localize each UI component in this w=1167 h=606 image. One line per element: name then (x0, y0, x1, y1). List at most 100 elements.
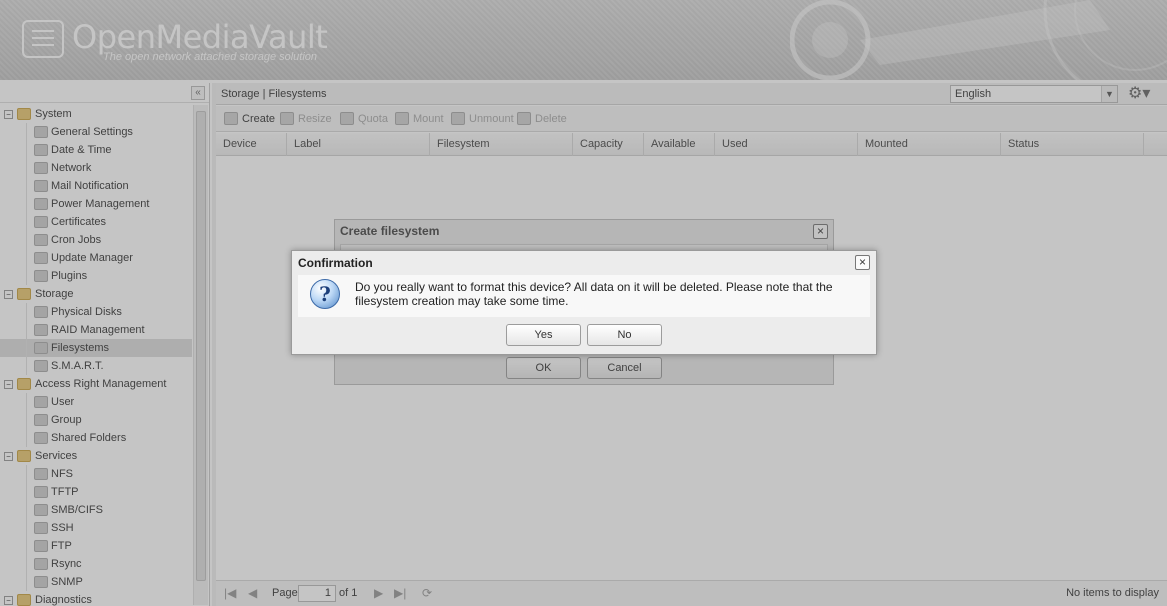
sidebar-item-snmp[interactable]: SNMP (0, 573, 192, 591)
app-header: OpenMediaVault The open network attached… (0, 0, 1167, 80)
sidebar-item-general-settings[interactable]: General Settings (0, 123, 192, 141)
confirmation-message: Do you really want to format this device… (355, 280, 833, 308)
delete-icon (517, 112, 531, 125)
next-page-icon[interactable]: ▶ (374, 581, 383, 605)
sidebar-item-label: Storage (35, 288, 74, 300)
sidebar-item-nfs[interactable]: NFS (0, 465, 192, 483)
app-subtitle: The open network attached storage soluti… (103, 51, 318, 63)
breadcrumb: Storage | Filesystems English ▼ ⚙▾ (216, 83, 1167, 105)
sidebar-item-certificates[interactable]: Certificates (0, 213, 192, 231)
column-label[interactable]: Label (287, 133, 430, 156)
rsync-icon (34, 558, 48, 570)
sidebar-item-label: Filesystems (51, 342, 110, 354)
collapse-sidebar-icon[interactable]: « (191, 86, 205, 100)
sidebar-category-storage[interactable]: − Storage (0, 285, 192, 303)
sidebar-item-label: Rsync (51, 558, 82, 570)
column-filesystem[interactable]: Filesystem (430, 133, 573, 156)
cancel-button[interactable]: Cancel (587, 357, 662, 379)
sidebar-item-label: NFS (51, 468, 73, 480)
ok-button[interactable]: OK (506, 357, 581, 379)
group-icon (34, 414, 48, 426)
expand-toggle-icon[interactable]: − (4, 290, 13, 299)
tree-guide-line (26, 123, 27, 141)
language-value: English (955, 88, 992, 100)
folder-icon (17, 288, 31, 300)
gear-icon[interactable]: ⚙▾ (1128, 84, 1158, 104)
sidebar-item-plugins[interactable]: Plugins (0, 267, 192, 285)
tree-guide-line (26, 501, 27, 519)
expand-toggle-icon[interactable]: − (4, 596, 13, 605)
sidebar-toolbar: « (0, 83, 209, 103)
sidebar-scrollbar-thumb[interactable] (196, 111, 206, 581)
sidebar-item-label: User (51, 396, 75, 408)
sidebar-item-tftp[interactable]: TFTP (0, 483, 192, 501)
sidebar-item-label: Plugins (51, 270, 88, 282)
column-mounted[interactable]: Mounted (858, 133, 1001, 156)
power-icon (34, 198, 48, 210)
last-page-icon[interactable]: ▶| (394, 581, 406, 605)
column-capacity[interactable]: Capacity (573, 133, 644, 156)
create-button[interactable]: Create (222, 110, 275, 128)
sidebar-item-label: General Settings (51, 126, 133, 138)
tree-guide-line (26, 231, 27, 249)
sidebar-item-user[interactable]: User (0, 393, 192, 411)
sidebar-item-label: TFTP (51, 486, 79, 498)
tree-guide-line (26, 213, 27, 231)
close-icon[interactable]: × (813, 224, 828, 239)
column-device[interactable]: Device (216, 133, 287, 156)
sidebar-item-group[interactable]: Group (0, 411, 192, 429)
chevron-down-icon[interactable]: ▼ (1101, 86, 1117, 102)
sidebar-item-network[interactable]: Network (0, 159, 192, 177)
delete-button[interactable]: Delete (515, 110, 567, 128)
tftp-icon (34, 486, 48, 498)
sidebar-item-ftp[interactable]: FTP (0, 537, 192, 555)
sidebar-item-date-time[interactable]: Date & Time (0, 141, 192, 159)
sidebar-category-access-right-management[interactable]: − Access Right Management (0, 375, 192, 393)
yes-button[interactable]: Yes (506, 324, 581, 346)
sidebar-item-filesystems[interactable]: Filesystems (0, 339, 192, 357)
column-available[interactable]: Available (644, 133, 715, 156)
sidebar-category-diagnostics[interactable]: − Diagnostics (0, 591, 192, 606)
breadcrumb-text: Storage | Filesystems (221, 88, 327, 100)
sidebar-item-cron-jobs[interactable]: Cron Jobs (0, 231, 192, 249)
folder-icon (17, 594, 31, 606)
sidebar-item-shared-folders[interactable]: Shared Folders (0, 429, 192, 447)
sidebar-item-label: Cron Jobs (51, 234, 102, 246)
unmount-button[interactable]: Unmount (449, 110, 514, 128)
sidebar-scrollbar[interactable] (193, 105, 208, 605)
folder-icon (17, 108, 31, 120)
sidebar-category-system[interactable]: − System (0, 105, 192, 123)
sidebar-item-power-management[interactable]: Power Management (0, 195, 192, 213)
expand-toggle-icon[interactable]: − (4, 452, 13, 461)
sidebar-item-smb-cifs[interactable]: SMB/CIFS (0, 501, 192, 519)
sidebar-item-physical-disks[interactable]: Physical Disks (0, 303, 192, 321)
folder-icon (17, 450, 31, 462)
sidebar-item-label: SSH (51, 522, 74, 534)
page-number-input[interactable]: 1 (298, 585, 336, 602)
no-button[interactable]: No (587, 324, 662, 346)
mount-button[interactable]: Mount (393, 110, 444, 128)
sidebar-item-s-m-a-r-t[interactable]: S.M.A.R.T. (0, 357, 192, 375)
close-icon[interactable]: × (855, 255, 870, 270)
column-used[interactable]: Used (715, 133, 858, 156)
previous-page-icon[interactable]: ◀ (248, 581, 257, 605)
expand-toggle-icon[interactable]: − (4, 380, 13, 389)
expand-toggle-icon[interactable]: − (4, 110, 13, 119)
sidebar-item-mail-notification[interactable]: Mail Notification (0, 177, 192, 195)
column-status[interactable]: Status (1001, 133, 1144, 156)
sidebar-category-services[interactable]: − Services (0, 447, 192, 465)
sidebar-item-ssh[interactable]: SSH (0, 519, 192, 537)
sidebar-item-raid-management[interactable]: RAID Management (0, 321, 192, 339)
sidebar-item-label: Shared Folders (51, 432, 127, 444)
first-page-icon[interactable]: |◀ (224, 581, 236, 605)
refresh-icon[interactable]: ⟳ (422, 581, 432, 605)
sidebar-item-update-manager[interactable]: Update Manager (0, 249, 192, 267)
quota-button[interactable]: Quota (338, 110, 388, 128)
resize-button[interactable]: Resize (278, 110, 332, 128)
tree-guide-line (26, 249, 27, 267)
sidebar-item-rsync[interactable]: Rsync (0, 555, 192, 573)
language-select[interactable]: English ▼ (950, 85, 1118, 103)
tree-guide-line (26, 465, 27, 483)
tree-guide-line (26, 573, 27, 591)
tree-guide-line (26, 141, 27, 159)
